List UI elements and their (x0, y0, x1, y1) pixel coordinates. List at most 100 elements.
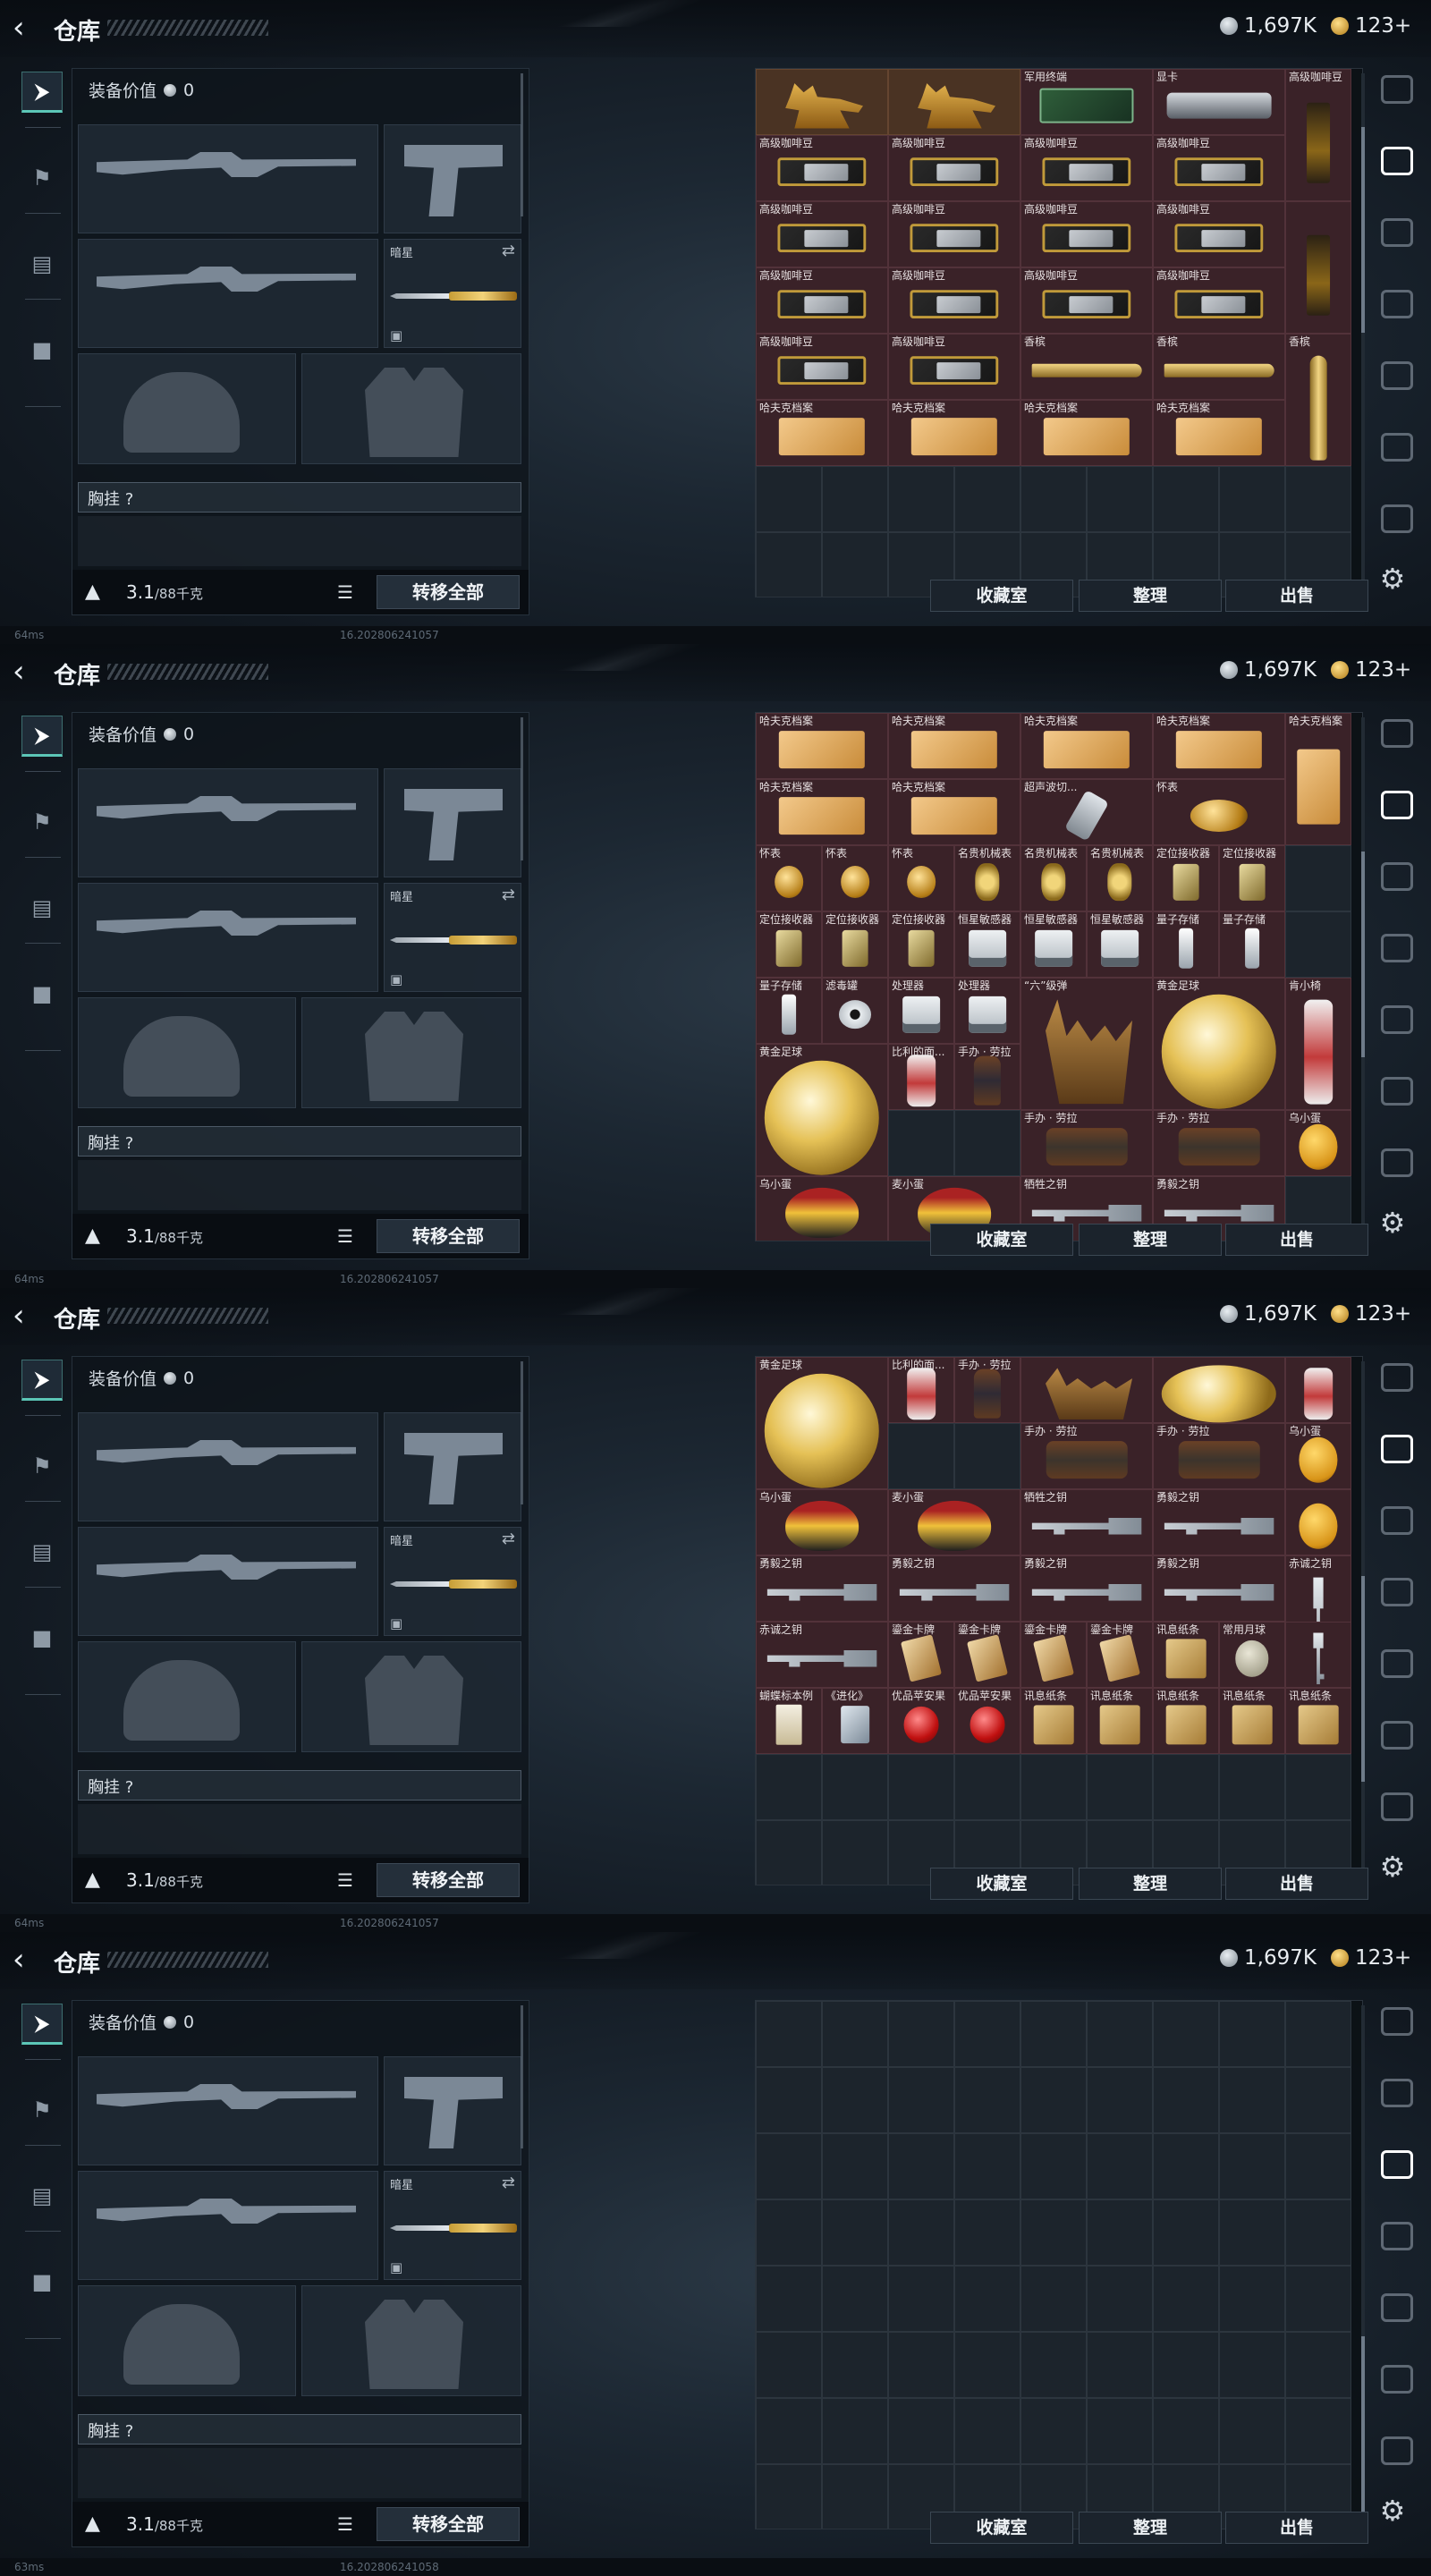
storage-scrollbar[interactable] (1361, 73, 1365, 610)
empty-storage-cell[interactable] (756, 1754, 822, 1820)
collection-room-button[interactable]: 收藏室 (930, 1224, 1073, 1256)
empty-storage-cell[interactable] (756, 532, 822, 597)
sell-button[interactable]: 出售 (1225, 1224, 1368, 1256)
empty-storage-cell[interactable] (1153, 2332, 1219, 2398)
transfer-all-button[interactable]: 转移全部 (377, 1863, 520, 1897)
empty-storage-cell[interactable] (1285, 2398, 1351, 2464)
empty-storage-cell[interactable] (1219, 2133, 1285, 2199)
equipment-scrollbar[interactable] (521, 1361, 523, 1504)
empty-storage-cell[interactable] (954, 2133, 1020, 2199)
empty-storage-cell[interactable] (954, 2067, 1020, 2133)
list-view-icon[interactable]: ☰ (337, 2513, 353, 2535)
storage-item[interactable]: 高级咖啡豆 (1020, 201, 1153, 267)
empty-storage-cell[interactable] (1153, 466, 1219, 532)
empty-storage-cell[interactable] (888, 1423, 954, 1489)
nav-helmet-icon[interactable]: ⚑ (21, 1445, 63, 1487)
back-arrow-icon[interactable]: ‹ (13, 657, 38, 687)
empty-storage-cell[interactable] (1020, 1754, 1087, 1820)
storage-tab-5-icon[interactable] (1376, 426, 1415, 465)
empty-storage-cell[interactable] (756, 2199, 822, 2266)
storage-item[interactable]: 手办 · 劳拉 (1020, 1110, 1153, 1176)
empty-storage-cell[interactable] (954, 2199, 1020, 2266)
nav-weapon-icon[interactable]: ⮞ (21, 72, 63, 113)
primary-weapon-slot[interactable] (78, 768, 378, 877)
empty-storage-cell[interactable] (954, 1423, 1020, 1489)
empty-storage-cell[interactable] (1285, 2199, 1351, 2266)
empty-storage-cell[interactable] (1020, 2067, 1087, 2133)
secondary-weapon-slot[interactable] (78, 2171, 378, 2280)
storage-scrollbar-thumb[interactable] (1361, 852, 1365, 1057)
storage-item[interactable]: 乌小蛋 (1285, 1423, 1351, 1489)
empty-storage-cell[interactable] (1285, 2133, 1351, 2199)
storage-item[interactable]: 高级咖啡豆 (756, 334, 888, 400)
settings-gear-icon[interactable]: ⚙ (1377, 1208, 1408, 1238)
empty-storage-cell[interactable] (954, 466, 1020, 532)
storage-item[interactable]: 高级咖啡豆 (888, 135, 1020, 201)
storage-item[interactable]: 乌小蛋 (1285, 1110, 1351, 1176)
storage-item[interactable]: 赤诚之钥 (756, 1622, 888, 1688)
empty-storage-cell[interactable] (1087, 2133, 1153, 2199)
storage-item[interactable]: 高级咖啡豆 (888, 334, 1020, 400)
storage-item[interactable]: 手办 · 劳拉 (954, 1044, 1020, 1110)
storage-scrollbar[interactable] (1361, 717, 1365, 1254)
safe-tab-icon[interactable] (1376, 68, 1415, 107)
storage-item[interactable]: 量子存储 (1153, 911, 1219, 978)
empty-storage-cell[interactable] (888, 1754, 954, 1820)
storage-item[interactable]: 高级咖啡豆 (888, 201, 1020, 267)
pistol-slot[interactable] (384, 124, 521, 233)
storage-item[interactable]: 黄金足球 (756, 1044, 888, 1176)
storage-item[interactable]: 名贵机械表 (1020, 845, 1087, 911)
swap-icon[interactable]: ⇄ (502, 242, 515, 260)
empty-storage-cell[interactable] (756, 2332, 822, 2398)
collection-room-button[interactable]: 收藏室 (930, 2512, 1073, 2544)
storage-item[interactable]: 哈夫克档案 (1020, 713, 1153, 779)
storage-item[interactable]: 乌小蛋 (756, 1176, 888, 1241)
empty-storage-cell[interactable] (1020, 2398, 1087, 2464)
empty-storage-cell[interactable] (1020, 2133, 1087, 2199)
storage-item[interactable]: 哈夫克档案 (888, 400, 1020, 466)
storage-tab-5-icon[interactable] (1376, 2358, 1415, 2397)
primary-weapon-slot[interactable] (78, 124, 378, 233)
storage-item[interactable]: 比利的面... (888, 1044, 954, 1110)
storage-tab-1-icon[interactable] (1376, 784, 1415, 823)
melee-slot[interactable]: 暗星 ⇄ ▣ (384, 2171, 521, 2280)
empty-storage-cell[interactable] (822, 2199, 888, 2266)
storage-item[interactable]: 手办 · 劳拉 (1020, 1423, 1153, 1489)
collection-room-button[interactable]: 收藏室 (930, 1868, 1073, 1900)
storage-item[interactable]: 哈夫克档案 (888, 779, 1020, 845)
storage-item[interactable]: 恒星敏感器 (954, 911, 1020, 978)
safe-tab-icon[interactable] (1376, 1356, 1415, 1395)
storage-item[interactable]: 讯息纸条 (1219, 1688, 1285, 1754)
helmet-slot[interactable] (78, 997, 296, 1108)
empty-storage-cell[interactable] (1087, 1754, 1153, 1820)
safe-tab-icon[interactable] (1376, 2000, 1415, 2039)
storage-item[interactable]: 处理器 (888, 978, 954, 1044)
empty-storage-cell[interactable] (822, 466, 888, 532)
storage-item[interactable]: 讯息纸条 (1285, 1688, 1351, 1754)
storage-tab-3-icon[interactable] (1376, 283, 1415, 322)
armor-slot[interactable] (301, 1641, 521, 1752)
storage-item[interactable] (1285, 1489, 1351, 1555)
empty-storage-cell[interactable] (1020, 2332, 1087, 2398)
empty-storage-cell[interactable] (1020, 2199, 1087, 2266)
storage-item[interactable] (888, 69, 1020, 135)
storage-item[interactable]: 滤毒罐 (822, 978, 888, 1044)
storage-item[interactable]: 高级咖啡豆 (756, 201, 888, 267)
storage-item[interactable]: 勇毅之钥 (1153, 1555, 1285, 1622)
storage-item[interactable]: 讯息纸条 (1153, 1622, 1219, 1688)
melee-slot[interactable]: 暗星 ⇄ ▣ (384, 239, 521, 348)
nav-backpack-icon[interactable]: ■ (21, 329, 63, 370)
storage-item[interactable]: 定位接收器 (822, 911, 888, 978)
empty-storage-cell[interactable] (1153, 2398, 1219, 2464)
empty-storage-cell[interactable] (1087, 2398, 1153, 2464)
empty-storage-cell[interactable] (1219, 2199, 1285, 2266)
storage-tab-4-icon[interactable] (1376, 354, 1415, 394)
storage-item[interactable]: 哈夫克档案 (756, 779, 888, 845)
settings-gear-icon[interactable]: ⚙ (1377, 564, 1408, 594)
primary-weapon-slot[interactable] (78, 2056, 378, 2165)
empty-storage-cell[interactable] (1219, 466, 1285, 532)
storage-scrollbar[interactable] (1361, 2005, 1365, 2542)
storage-item[interactable]: 恒星敏感器 (1020, 911, 1087, 978)
nav-helmet-icon[interactable]: ⚑ (21, 801, 63, 843)
empty-storage-cell[interactable] (756, 2067, 822, 2133)
